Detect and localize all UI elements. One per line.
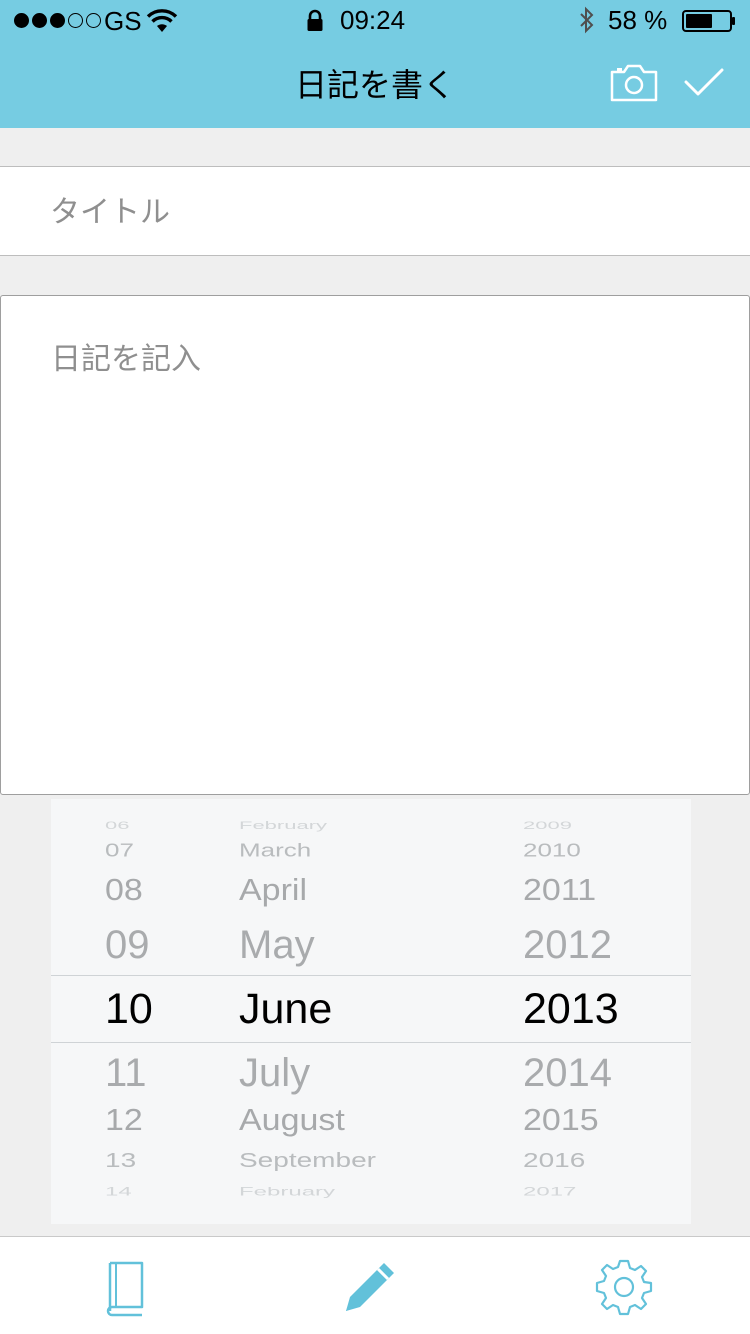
- picker-selected-year: 2013: [523, 985, 619, 1033]
- picker-year: 2015: [523, 1103, 599, 1138]
- signal-strength-icon: [14, 13, 101, 28]
- picker-day: 06: [105, 819, 130, 832]
- camera-icon[interactable]: [610, 64, 658, 102]
- picker-day: 14: [105, 1185, 132, 1199]
- bluetooth-icon: [580, 6, 594, 34]
- picker-month: May: [239, 923, 315, 967]
- diary-body-field: [0, 295, 750, 795]
- status-bar: GS 09:24 58 %: [0, 0, 750, 40]
- picker-day: 12: [105, 1103, 143, 1138]
- picker-year: 2011: [523, 873, 597, 908]
- picker-selection-line-bottom: [51, 1042, 691, 1043]
- gear-icon[interactable]: [594, 1257, 654, 1317]
- pencil-icon[interactable]: [340, 1257, 400, 1317]
- picker-year: 2009: [523, 819, 572, 832]
- check-icon[interactable]: [684, 66, 724, 98]
- picker-selected-day: 10: [105, 985, 153, 1033]
- picker-month: September: [239, 1149, 376, 1172]
- picker-year: 2016: [523, 1149, 586, 1172]
- picker-selection-line-top: [51, 975, 691, 976]
- picker-month: February: [239, 819, 328, 832]
- book-icon[interactable]: [96, 1257, 156, 1317]
- carrier-name: GS: [104, 6, 142, 36]
- header-bar: GS 09:24 58 % 日記を書く: [0, 0, 750, 128]
- picker-year: 2014: [523, 1051, 612, 1095]
- date-picker[interactable]: 06 February 2009 07 March 2010 08 April …: [51, 799, 691, 1224]
- battery-icon: [682, 10, 735, 32]
- picker-year: 2017: [523, 1185, 577, 1199]
- wifi-icon: [146, 9, 178, 32]
- picker-month: March: [239, 839, 312, 861]
- battery-percentage: 58 %: [608, 5, 668, 35]
- picker-day: 13: [105, 1149, 137, 1172]
- picker-day: 07: [105, 839, 134, 861]
- title-field: [0, 166, 750, 256]
- picker-day: 11: [105, 1051, 147, 1095]
- picker-month: April: [239, 873, 308, 908]
- status-time: 09:24: [340, 5, 406, 35]
- picker-month: July: [239, 1051, 311, 1095]
- picker-day: 09: [105, 923, 150, 967]
- picker-month: February: [239, 1185, 336, 1199]
- title-input[interactable]: [48, 187, 712, 237]
- picker-selected-month: June: [239, 985, 333, 1033]
- picker-month: August: [239, 1103, 345, 1138]
- picker-year: 2012: [523, 923, 612, 967]
- diary-body-input[interactable]: [49, 332, 713, 776]
- lock-icon: [307, 9, 323, 31]
- tab-bar: [0, 1236, 750, 1334]
- picker-day: 08: [105, 873, 143, 908]
- picker-year: 2010: [523, 839, 581, 861]
